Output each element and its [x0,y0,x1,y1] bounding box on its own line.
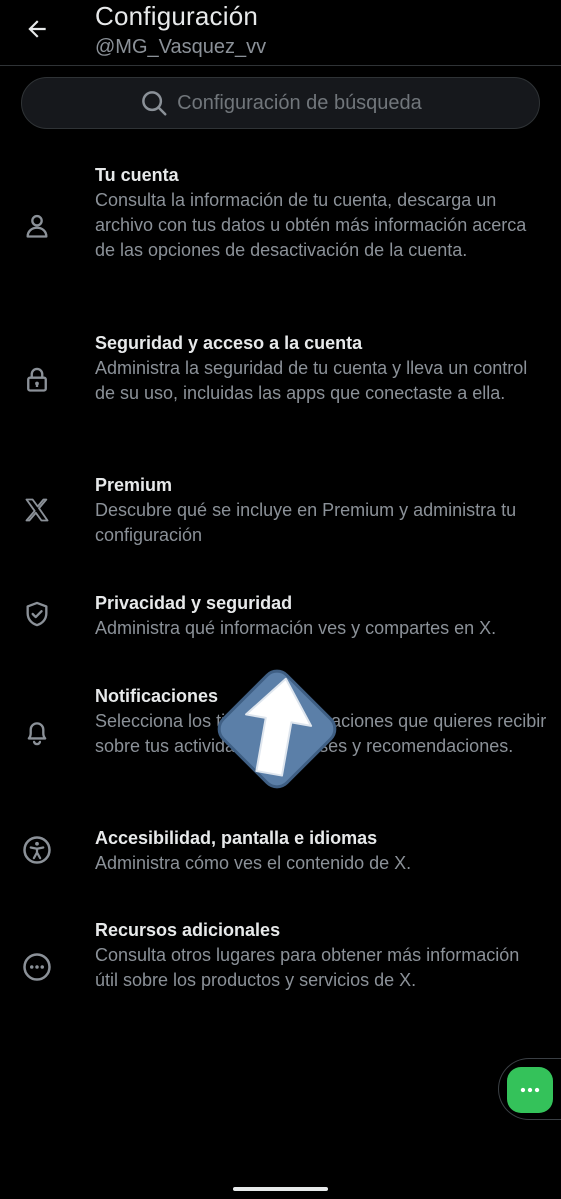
person-icon [18,207,56,245]
arrow-left-icon [28,20,46,38]
settings-screen: Configuración @MG_Vasquez_vv Configuraci… [0,0,561,1199]
settings-item-description: Consulta otros lugares para obtener más … [95,945,520,990]
floating-chat-bubble [498,1058,561,1120]
bell-icon [18,713,56,751]
settings-item-description: Administra qué información ves y compart… [95,618,497,638]
header: Configuración @MG_Vasquez_vv [0,0,561,66]
home-indicator[interactable] [233,1187,328,1191]
settings-item-security[interactable]: Seguridad y acceso a la cuenta Administr… [0,331,561,436]
lock-icon [18,361,56,399]
back-button[interactable] [16,10,58,48]
settings-item-privacy[interactable]: Privacidad y seguridad Administra qué in… [0,591,561,645]
settings-item-description: Administra cómo ves el contenido de X. [95,853,412,873]
search-input[interactable]: Configuración de búsqueda [21,77,540,129]
search-icon [139,88,169,118]
settings-item-title: Accesibilidad, pantalla e idiomas [95,828,378,848]
more-circle-icon [18,948,56,986]
x-logo-icon [18,491,56,529]
settings-item-title: Notificaciones [95,686,219,706]
accessibility-icon [18,831,56,869]
page-title: Configuración [95,1,259,31]
search-placeholder: Configuración de búsqueda [177,91,422,114]
settings-item-title: Privacidad y seguridad [95,593,293,613]
settings-item-title: Tu cuenta [95,165,179,185]
up-arrow-icon [217,669,337,789]
username: @MG_Vasquez_vv [95,36,267,58]
shield-check-icon [18,595,56,633]
more-options-button[interactable] [507,1067,553,1113]
settings-item-resources[interactable]: Recursos adicionales Consulta otros luga… [0,918,561,1023]
settings-item-description: Descubre qué se incluye en Premium y adm… [95,500,517,545]
settings-item-premium[interactable]: Premium Descubre qué se incluye en Premi… [0,473,561,551]
settings-item-title: Premium [95,475,173,495]
settings-item-title: Seguridad y acceso a la cuenta [95,333,363,353]
settings-item-description: Consulta la información de tu cuenta, de… [95,190,527,260]
settings-item-account[interactable]: Tu cuenta Consulta la información de tu … [0,163,561,293]
settings-item-description: Administra la seguridad de tu cuenta y l… [95,358,528,403]
ellipsis-icon [520,1087,540,1093]
settings-item-accessibility[interactable]: Accesibilidad, pantalla e idiomas Admini… [0,826,561,880]
settings-item-title: Recursos adicionales [95,920,281,940]
